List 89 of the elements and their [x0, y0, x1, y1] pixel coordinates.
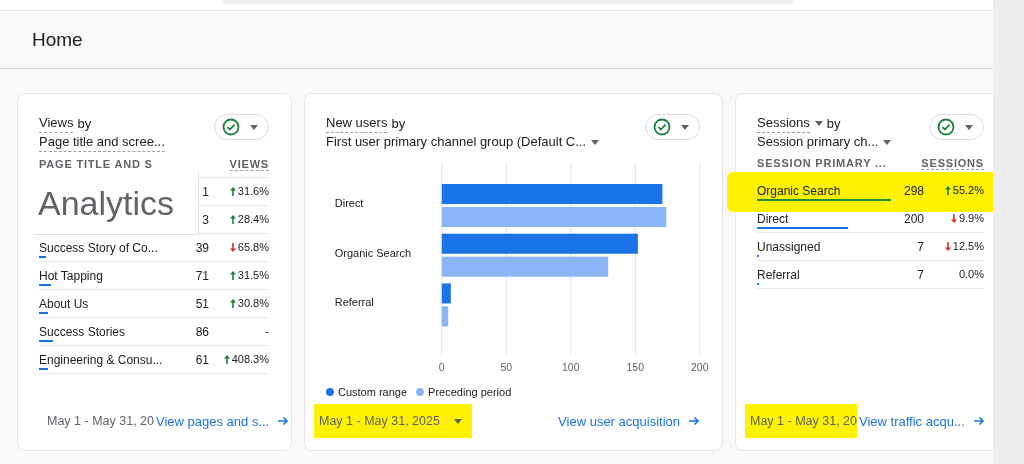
up-arrow-icon — [223, 354, 230, 364]
metric-selector[interactable]: Views — [39, 114, 74, 133]
view-link[interactable]: View pages and s... — [156, 413, 270, 429]
table-cell-text: 7 — [916, 268, 924, 282]
axis-tick: 100 — [562, 361, 580, 374]
change-down: 12.5% — [924, 240, 984, 252]
row-label[interactable]: About Us — [39, 297, 89, 311]
right-arrow-icon[interactable] — [688, 415, 700, 427]
date-range-selector[interactable]: May 1 - May 31, 20 — [750, 414, 857, 428]
check-circle-icon — [937, 118, 955, 136]
page-title: Home — [32, 28, 83, 51]
change-up: 31.6% — [209, 185, 269, 197]
row-label[interactable]: Success Stories — [39, 325, 126, 339]
row-label[interactable]: Unassigned — [757, 240, 821, 254]
up-arrow-icon — [229, 298, 236, 308]
row-label[interactable]: Referral — [757, 268, 800, 282]
table-cell-text: 200 — [902, 212, 924, 226]
row-label[interactable]: Direct — [757, 212, 789, 226]
title-text: by — [391, 114, 406, 133]
column-header[interactable]: VIEWS — [229, 158, 269, 171]
table-cell-text: 51 — [194, 297, 209, 311]
down-arrow-icon — [229, 242, 236, 252]
row-label[interactable]: Hot Tapping — [39, 269, 103, 283]
logo-text: Analytics — [38, 183, 175, 223]
change-down: 65.8% — [209, 241, 269, 253]
change-down: 9.9% — [924, 212, 984, 224]
view-link[interactable]: View user acquisition — [558, 413, 680, 429]
axis-tick: 150 — [626, 361, 645, 374]
right-arrow-icon[interactable] — [972, 415, 985, 427]
row-label[interactable]: Engineering & Consu... — [39, 353, 163, 367]
up-arrow-icon — [944, 185, 951, 195]
column-header: PAGE TITLE AND S — [39, 158, 153, 171]
check-circle-icon — [653, 118, 671, 136]
axis-tick: 200 — [691, 361, 709, 374]
category-label: Direct — [334, 196, 364, 209]
caret-icon — [681, 124, 689, 130]
table-cell-text: 298 — [902, 184, 924, 198]
table-cell-text: 39 — [194, 241, 209, 255]
category-label: Referral — [334, 296, 374, 309]
status-button[interactable] — [929, 114, 984, 140]
date-range-selector[interactable]: May 1 - May 31, 2025 — [319, 414, 440, 428]
change-up: 28.4% — [209, 213, 269, 225]
caret-icon[interactable] — [453, 418, 462, 424]
status-button[interactable] — [214, 114, 269, 140]
up-arrow-icon — [229, 214, 236, 224]
right-arrow-icon[interactable] — [277, 415, 290, 427]
bar — [441, 283, 451, 304]
metric-selector[interactable]: Sessions — [757, 114, 810, 133]
category-label: Organic Search — [334, 246, 411, 259]
row-label[interactable]: Success Story of Co... — [39, 241, 158, 255]
change-up: 408.3% — [209, 353, 269, 365]
table-cell-text: 61 — [194, 353, 209, 367]
title-text: by — [77, 114, 92, 133]
caret-icon[interactable] — [883, 139, 892, 145]
axis-tick: 0 — [438, 361, 445, 374]
caret-icon — [250, 124, 258, 130]
column-header: SESSION PRIMARY ... — [757, 157, 887, 170]
legend-label: Preceding period — [428, 386, 512, 398]
check-circle-icon — [222, 118, 240, 136]
date-range-selector[interactable]: May 1 - May 31, 20 — [47, 414, 154, 428]
table-cell-text: 86 — [194, 325, 209, 339]
table-cell-text: 1 — [201, 185, 209, 199]
bar — [441, 306, 449, 327]
table-cell-text: 71 — [194, 269, 209, 283]
dimension-selector[interactable]: Page title and scree... — [39, 133, 165, 152]
caret-icon[interactable] — [591, 139, 600, 145]
row-label[interactable]: Organic Search — [757, 184, 841, 198]
column-header[interactable]: SESSIONS — [921, 157, 984, 170]
change-up: 55.2% — [924, 184, 984, 196]
up-arrow-icon — [229, 270, 236, 280]
change-up: 31.5% — [209, 269, 269, 281]
legend-label: Custom range — [338, 386, 408, 398]
view-link[interactable]: View traffic acqu... — [859, 413, 965, 429]
status-button[interactable] — [645, 114, 700, 140]
change-flat: 0.0% — [957, 268, 984, 280]
change-flat: - — [264, 325, 269, 337]
caret-icon[interactable] — [814, 121, 823, 126]
caret-icon — [965, 124, 973, 130]
up-arrow-icon — [229, 186, 236, 196]
dimension-selector[interactable]: Session primary ch... — [757, 133, 879, 151]
dimension-selector[interactable]: First user primary channel group (Default C... — [326, 133, 587, 151]
metric-selector[interactable]: New users — [326, 114, 388, 133]
axis-tick: 50 — [500, 361, 513, 374]
title-text: by — [826, 114, 841, 133]
down-arrow-icon — [950, 213, 957, 223]
change-up: 30.8% — [209, 297, 269, 309]
down-arrow-icon — [944, 241, 951, 251]
table-cell-text: 7 — [916, 240, 924, 254]
table-cell-text: 3 — [201, 213, 209, 227]
